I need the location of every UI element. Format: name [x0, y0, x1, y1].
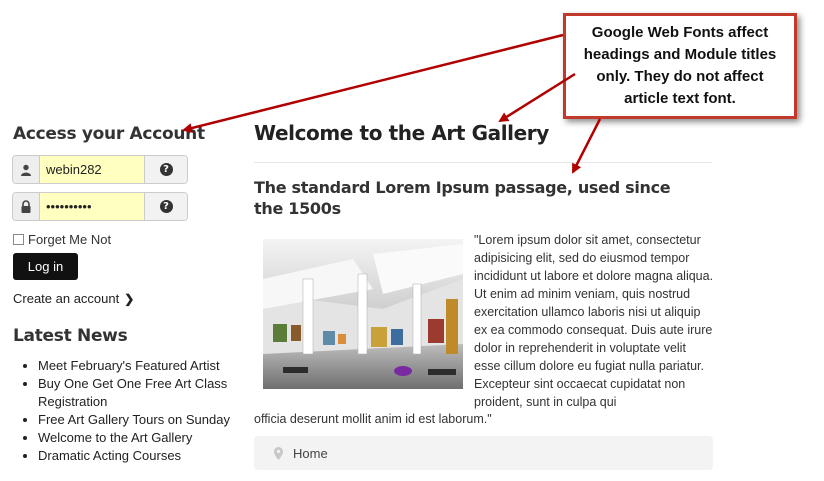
map-pin-icon — [274, 446, 283, 460]
article-heading: The standard Lorem Ipsum passage, used s… — [254, 178, 671, 218]
breadcrumb-home[interactable]: Home — [293, 446, 328, 461]
remember-label: Forget Me Not — [28, 232, 112, 247]
question-icon: ? — [159, 200, 173, 213]
news-link[interactable]: Free Art Gallery Tours on Sunday — [38, 412, 230, 427]
news-link[interactable]: Meet February's Featured Artist — [38, 358, 220, 373]
annotation-callout: Google Web Fonts affect headings and Mod… — [563, 13, 797, 119]
list-item: Welcome to the Art Gallery — [38, 429, 263, 447]
gallery-image — [263, 239, 463, 389]
password-help-button[interactable]: ? — [144, 193, 187, 220]
news-link[interactable]: Dramatic Acting Courses — [38, 448, 181, 463]
list-item: Dramatic Acting Courses — [38, 447, 263, 465]
page-title: Welcome to the Art Gallery — [254, 121, 549, 145]
question-icon: ? — [159, 163, 173, 176]
list-item: Meet February's Featured Artist — [38, 357, 263, 375]
arrow-to-module-title — [182, 33, 564, 133]
chevron-right-icon: ❯ — [124, 291, 135, 306]
latest-news-title: Latest News — [13, 326, 128, 346]
user-icon — [13, 156, 40, 183]
arrow-to-article-heading — [571, 118, 602, 174]
create-account-link[interactable]: Create an account ❯ — [13, 291, 134, 306]
breadcrumb: Home — [254, 436, 713, 470]
callout-text: Google Web Fonts affect headings and Mod… — [583, 24, 777, 107]
username-input[interactable] — [40, 156, 144, 183]
lock-icon — [13, 193, 40, 220]
remember-checkbox[interactable] — [13, 234, 24, 245]
news-list: Meet February's Featured Artist Buy One … — [13, 357, 263, 465]
list-item: Free Art Gallery Tours on Sunday — [38, 411, 263, 429]
login-button[interactable]: Log in — [13, 253, 78, 280]
remember-me[interactable]: Forget Me Not — [13, 232, 111, 247]
news-link[interactable]: Welcome to the Art Gallery — [38, 430, 192, 445]
news-link[interactable]: Buy One Get One Free Art Class Registrat… — [38, 376, 227, 409]
list-item: Buy One Get One Free Art Class Registrat… — [38, 375, 263, 411]
article-body-tail: officia deserunt mollit anim id est labo… — [254, 412, 492, 426]
username-help-button[interactable]: ? — [144, 156, 187, 183]
divider — [254, 162, 712, 163]
login-module-title: Access your Account — [13, 124, 205, 144]
create-account-label: Create an account — [13, 291, 120, 306]
password-input[interactable] — [40, 193, 144, 220]
username-group: ? — [12, 155, 188, 184]
article-body: "Lorem ipsum dolor sit amet, consectetur… — [474, 233, 714, 409]
password-group: ? — [12, 192, 188, 221]
